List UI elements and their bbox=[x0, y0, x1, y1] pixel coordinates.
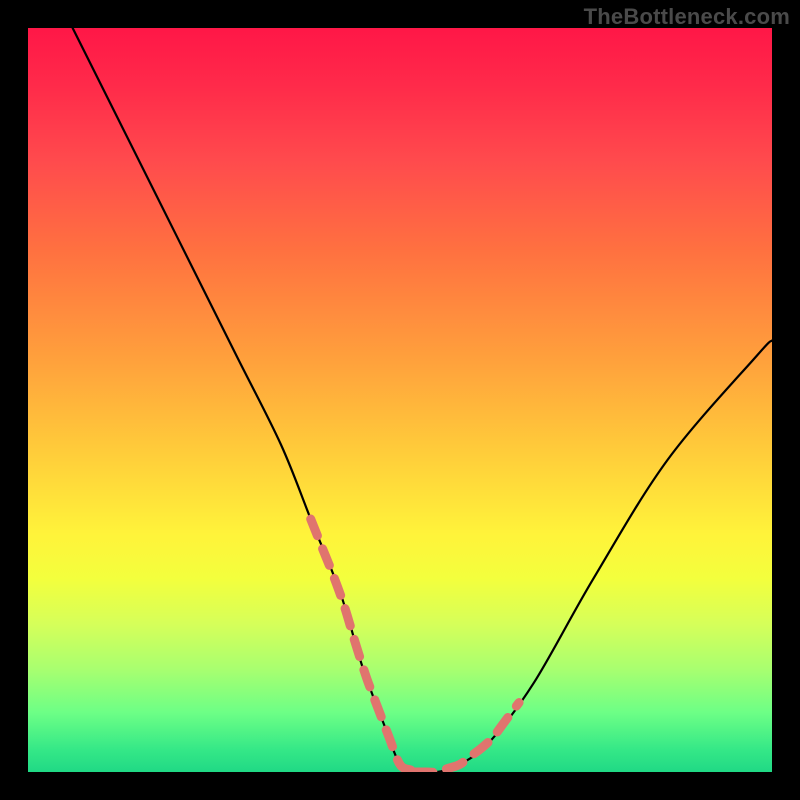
dashed-segment-right bbox=[415, 703, 519, 772]
dashed-segment-left bbox=[311, 519, 415, 772]
watermark-text: TheBottleneck.com bbox=[584, 4, 790, 30]
bottleneck-curve bbox=[73, 28, 772, 772]
chart-frame: TheBottleneck.com bbox=[0, 0, 800, 800]
curve-svg bbox=[28, 28, 772, 772]
plot-area bbox=[28, 28, 772, 772]
